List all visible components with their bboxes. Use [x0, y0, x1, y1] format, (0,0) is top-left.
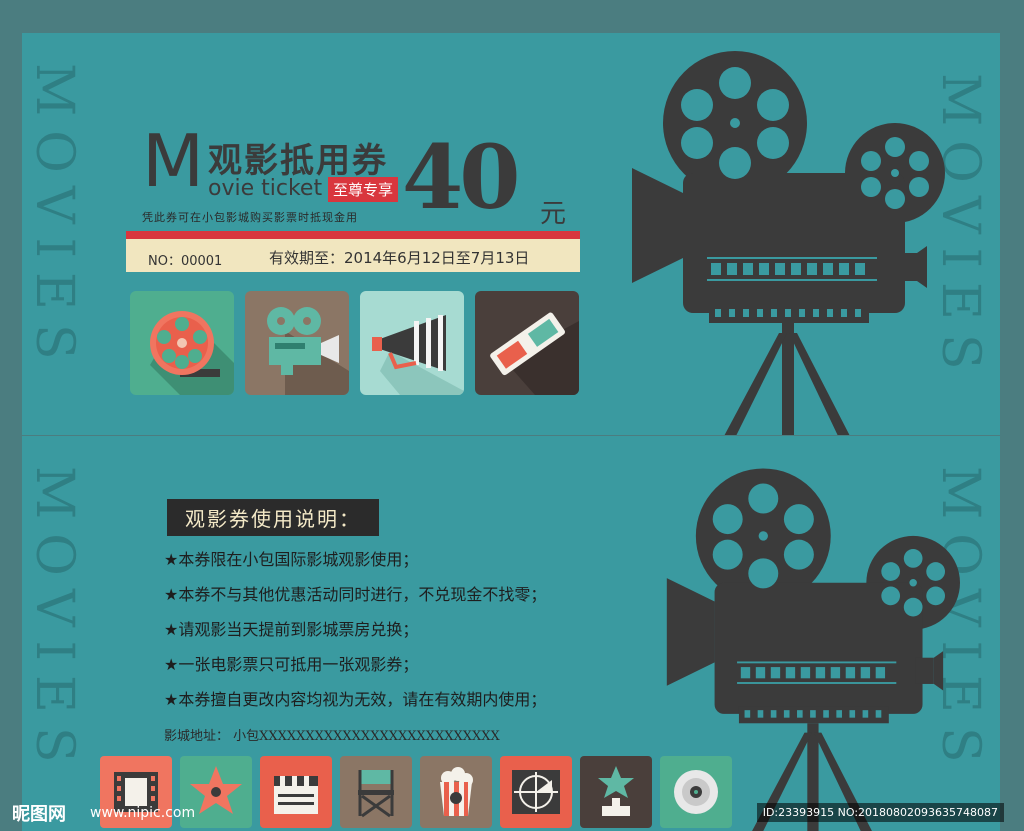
film-leader-icon — [500, 756, 572, 828]
ticket-number: NO：00001 — [148, 254, 223, 269]
popcorn-icon — [420, 756, 492, 828]
clapperboard-icon — [260, 756, 332, 828]
validity: 有效期至：2014年6月12日至7月13日 — [269, 249, 530, 267]
description: 凭此券可在小包影城购买影票时抵现金用 — [142, 211, 358, 224]
watermark-logo: 昵图网 — [12, 804, 66, 825]
projector-silhouette-bottom — [666, 468, 960, 831]
rule-item: ★本券限在小包国际影城观影使用； — [164, 550, 419, 569]
ticket-front: MOVIES MOVIES M 观影抵用券 ovie ticket 至尊专享 4… — [22, 33, 1000, 435]
currency: 元 — [540, 199, 567, 229]
notice-title: 观影券使用说明： — [167, 499, 379, 536]
projector-silhouette-top — [632, 51, 945, 435]
price: 40 — [402, 125, 520, 229]
watermark-id: ID:23393915 NO:20180802093635748087 — [756, 803, 1004, 822]
megaphone-icon — [360, 291, 464, 395]
badge: 至尊专享 — [328, 177, 399, 202]
movie-projector-icon — [245, 291, 349, 395]
directors-chair-icon — [340, 756, 412, 828]
ticket-back: MOVIES MOVIES 观影券使用说明： ★本券限在小包国际影城观影使用； … — [22, 436, 1000, 831]
3d-glasses-icon — [475, 291, 579, 395]
rule-item: ★请观影当天提前到影城票房兑换； — [164, 620, 419, 639]
rule-item: ★本券不与其他优惠活动同时进行，不兑现金不找零； — [164, 585, 547, 604]
watermark-url: www.nipic.com — [90, 805, 196, 821]
rule-item: ★一张电影票只可抵用一张观影券； — [164, 655, 419, 674]
trophy-icon — [580, 756, 652, 828]
film-reel-icon — [130, 291, 234, 395]
rule-item: ★本券擅自更改内容均视为无效，请在有效期内使用； — [164, 690, 547, 709]
vertical-movies-left-2: MOVIES — [24, 466, 84, 777]
vertical-movies-left: MOVIES — [24, 63, 84, 374]
title-cn: 观影抵用券 — [208, 141, 388, 181]
title-en: ovie ticket — [208, 176, 323, 201]
cinema-address: 影城地址： 小包XXXXXXXXXXXXXXXXXXXXXXXXXX — [164, 729, 500, 744]
red-bar — [126, 231, 580, 239]
title-letter: M — [142, 119, 205, 203]
